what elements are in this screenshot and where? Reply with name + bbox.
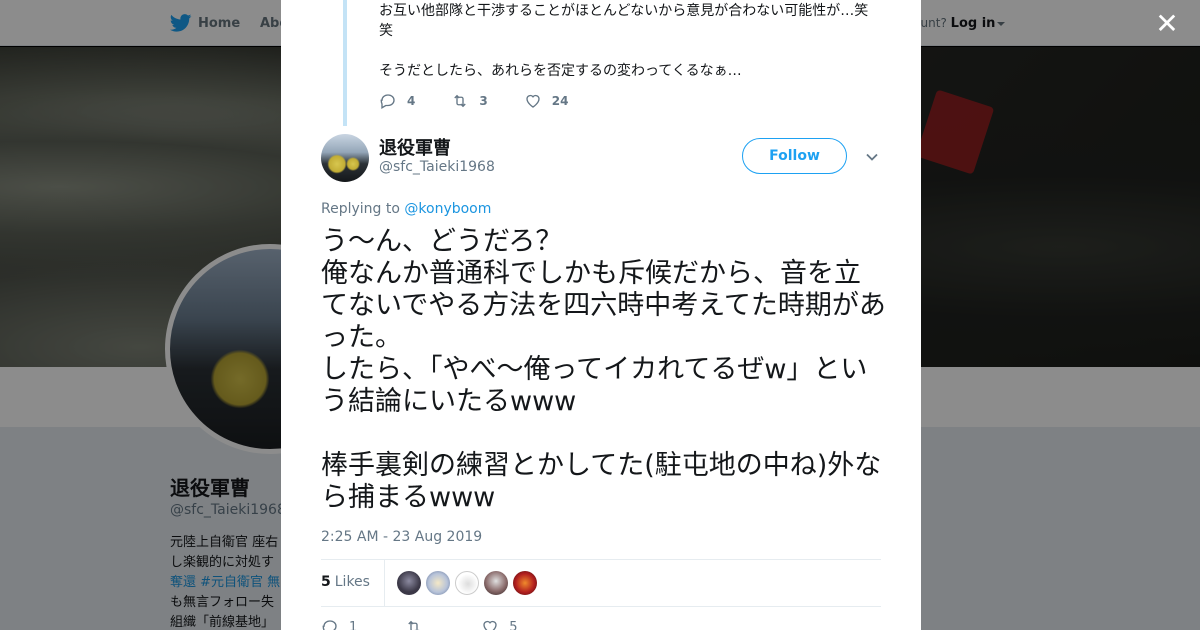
previous-tweet-body: お互い他部隊と干渉することがほとんどないから意見が合わない可能性が…笑 笑 そう… [379,3,869,79]
tweet-text: う～ん、どうだろ？ 俺なんか普通科でしかも斥候だから、音を立てないでやる方法を四… [321,226,886,514]
like-count: 5 [509,619,518,630]
tweet-modal: お互い他部隊と干渉することがほとんどないから意見が合わない可能性が…笑 笑 そう… [281,0,921,630]
tweet-actions: 1 5 [321,618,566,630]
likes-stat[interactable]: 5 Likes [321,559,385,607]
close-icon[interactable]: ✕ [1154,10,1180,38]
heart-icon [526,94,540,108]
like-button[interactable]: 24 [524,92,569,110]
retweet-icon [454,94,467,108]
liker-avatar[interactable] [483,571,508,595]
replying-prefix: Replying to [321,201,400,217]
follow-button[interactable]: Follow [742,138,847,174]
tweet-timestamp[interactable]: 2:25 AM - 23 Aug 2019 [321,529,482,545]
liker-avatar[interactable] [396,571,421,595]
thread-connector [343,0,347,126]
retweet-button[interactable] [405,618,433,630]
like-count: 24 [551,94,569,108]
author-avatar[interactable] [321,134,369,182]
reply-button[interactable]: 4 [379,92,415,110]
liker-avatars [396,571,537,595]
reply-icon [380,94,395,109]
reply-count: 1 [349,619,358,630]
previous-tweet-actions: 4 3 24 [379,92,604,110]
replying-to: Replying to @konyboom [321,201,491,217]
replying-mention-link[interactable]: @konyboom [404,201,491,217]
chevron-down-icon[interactable] [865,150,879,164]
retweet-icon [408,620,420,630]
liker-avatar[interactable] [425,571,450,595]
retweet-count: 3 [479,94,488,108]
tweet-body: う～ん、どうだろ？ 俺なんか普通科でしかも斥候だから、音を立てないでやる方法を四… [321,226,886,513]
likes-stat-count: 5 [321,574,331,590]
tweet-stats: 5 Likes [321,559,881,607]
likes-stat-label: Likes [334,574,370,590]
author-handle[interactable]: @sfc_Taieki1968 [379,159,495,175]
liker-avatar[interactable] [454,571,479,595]
heart-icon [483,620,497,630]
previous-tweet-text: お互い他部隊と干渉することがほとんどないから意見が合わない可能性が…笑 笑 そう… [379,1,879,81]
reply-count: 4 [407,94,416,108]
liker-avatar[interactable] [512,571,537,595]
reply-icon [322,620,337,630]
reply-button[interactable]: 1 [321,618,357,630]
retweet-button[interactable]: 3 [451,92,488,110]
like-button[interactable]: 5 [481,618,518,630]
author-name[interactable]: 退役軍曹 [379,134,451,160]
